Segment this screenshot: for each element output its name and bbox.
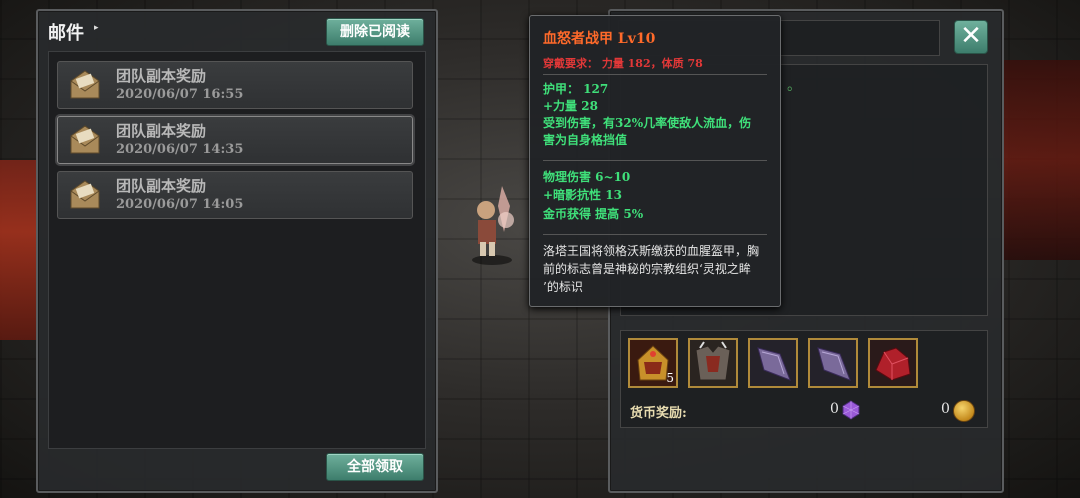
envelope-icon: [70, 180, 100, 209]
lore-line: ’的标识: [543, 280, 583, 294]
purple-gem-icon: [842, 400, 860, 420]
purple-crystal-icon: [750, 340, 796, 386]
armor-icon: [690, 340, 736, 386]
reward-slot-helmet[interactable]: 5: [628, 338, 678, 388]
reward-slot-ruby[interactable]: [868, 338, 918, 388]
reward-slot-crystal[interactable]: [808, 338, 858, 388]
tooltip-divider: [543, 74, 767, 75]
mail-date: 2020/06/07 16:55: [116, 87, 244, 102]
stat-line: 物理伤害 6~10: [543, 170, 631, 184]
item-tooltip: 血怒者战甲 Lv10 穿戴要求： 力量 182，体质 78 护甲： 127 +力…: [529, 15, 781, 307]
lore-line: 洛塔王国将领格沃斯缴获的血腥盔甲，胸: [543, 244, 760, 258]
mail-list[interactable]: 团队副本奖励 2020/06/07 16:55 团队副本奖励 2020/06/0…: [48, 51, 426, 449]
item-requirement: 穿戴要求： 力量 182，体质 78: [543, 57, 703, 70]
envelope-icon: [70, 125, 100, 154]
stat-line: 害为自身格挡值: [543, 133, 628, 147]
mail-item-selected[interactable]: 团队副本奖励 2020/06/07 14:35: [57, 116, 413, 164]
title-dropdown-icon[interactable]: ▸: [94, 23, 99, 33]
stat-line: 受到伤害，有32%几率使敌人流血，伤: [543, 116, 752, 130]
item-name: 血怒者战甲 Lv10: [543, 31, 656, 47]
reward-slot-armor[interactable]: [688, 338, 738, 388]
envelope-icon: [70, 70, 100, 99]
detail-text-peek: 。: [787, 78, 801, 94]
mail-item[interactable]: 团队副本奖励 2020/06/07 14:05: [57, 171, 413, 219]
tooltip-divider: [543, 160, 767, 161]
stat-line: 金币获得 提高 5%: [543, 207, 644, 221]
stat-line: +暗影抗性 13: [543, 188, 622, 202]
gem-amount: 0: [830, 401, 839, 417]
claim-all-button[interactable]: 全部领取: [326, 453, 424, 481]
stat-line: 护甲： 127: [543, 82, 609, 96]
gold-coin-icon: [953, 400, 975, 422]
mail-panel-title: 邮件: [48, 23, 84, 44]
tooltip-divider: [543, 234, 767, 235]
coin-amount: 0: [941, 401, 950, 417]
currency-reward-label: 货币奖励:: [630, 406, 687, 421]
reward-slot-crystal[interactable]: [748, 338, 798, 388]
mail-subject: 团队副本奖励: [116, 177, 207, 195]
mail-subject: 团队副本奖励: [116, 67, 207, 85]
mail-panel: 邮件 ▸ 删除已阅读 团队副本奖励 2020/06/07 16:55 团队副本奖…: [36, 9, 438, 493]
purple-crystal-icon: [810, 340, 856, 386]
mail-date: 2020/06/07 14:05: [116, 197, 244, 212]
lore-line: 前的标志曾是神秘的宗教组织‘灵视之眸: [543, 262, 751, 276]
red-ore-icon: [870, 340, 916, 386]
red-carpet-left: [0, 160, 38, 340]
reward-count: 5: [666, 371, 674, 385]
delete-read-button[interactable]: 删除已阅读: [326, 18, 424, 46]
close-icon[interactable]: ✕: [954, 20, 988, 54]
stat-line: +力量 28: [543, 99, 598, 113]
mail-item[interactable]: 团队副本奖励 2020/06/07 16:55: [57, 61, 413, 109]
mail-subject: 团队副本奖励: [116, 122, 207, 140]
mail-date: 2020/06/07 14:35: [116, 142, 244, 157]
red-carpet-right: [1000, 60, 1080, 260]
hero-character: [472, 186, 514, 265]
